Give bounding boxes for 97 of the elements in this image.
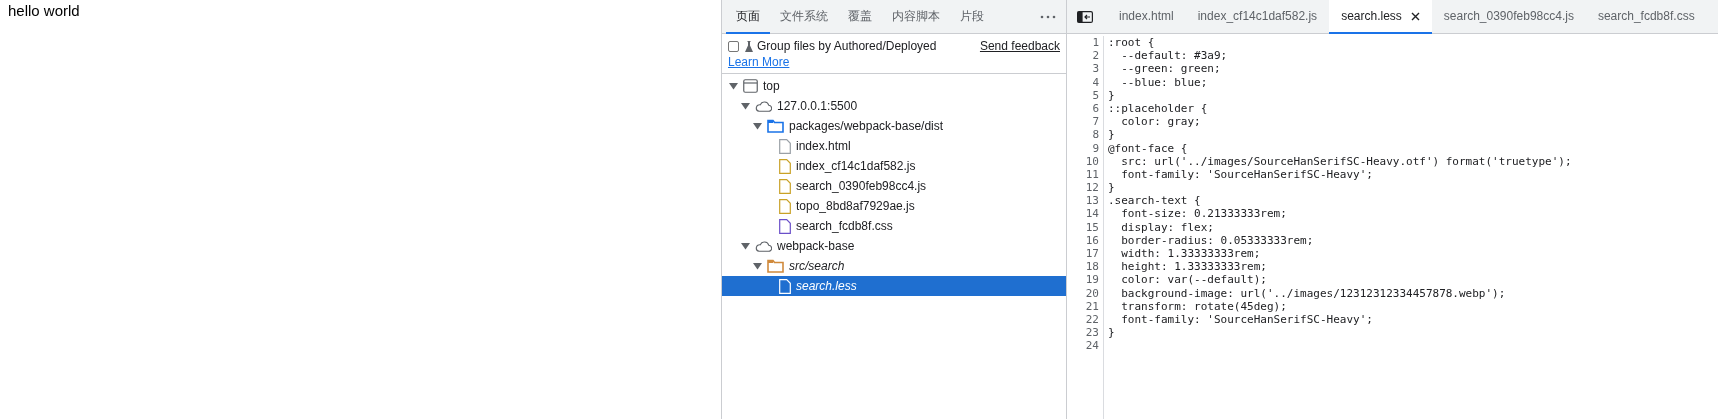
code-line: height: 1.33333333rem; [1120,260,1267,274]
triangle-icon[interactable] [752,262,762,270]
code-line: background-image: url('../images/12312312334457878.webp'); [1120,286,1506,300]
tree-item[interactable]: packages/webpack-base/dist [722,116,1066,136]
tree-label: topo_8bd8af7929ae.js [796,199,915,213]
line-number: 2 [1067,49,1104,63]
checkbox-label: Group files by Authored/Deployed [757,39,937,53]
tree-item[interactable]: search.less [722,276,1066,296]
line-number: 16 [1067,233,1104,247]
tree-label: index.html [796,139,851,153]
code-line: @font-face { [1107,141,1188,155]
line-number: 14 [1067,207,1104,221]
frame-icon [743,79,758,93]
tree-label: search.less [796,279,857,293]
line-number: 7 [1067,115,1104,129]
tree-label: top [763,79,780,93]
navigator-tab[interactable]: 内容脚本 [882,0,950,34]
code-line: color: var(--default); [1120,273,1267,287]
tree-label: webpack-base [777,239,855,253]
file-tab[interactable]: search.less [1329,0,1432,34]
triangle-icon[interactable] [740,102,750,110]
tree-label: packages/webpack-base/dist [789,119,944,133]
learn-more-link[interactable]: Learn More [728,55,790,69]
code-line: border-radius: 0.05333333rem; [1120,233,1314,247]
code-line: font-family: 'SourceHanSerifSC-Heavy'; [1120,167,1373,182]
checkbox[interactable] [728,40,739,52]
tree-item[interactable]: topo_8bd8af7929ae.js [722,196,1066,216]
file-tab[interactable]: search_0390feb98cc4.js [1431,0,1586,34]
line-number: 15 [1067,220,1104,234]
code-line: transform: rotate(45deg); [1120,299,1287,313]
code-line: display: flex; [1120,220,1214,234]
line-number: 19 [1067,273,1104,287]
tree-item[interactable]: index.html [722,136,1066,156]
code-line: :root { [1107,36,1155,50]
line-number: 8 [1067,128,1104,142]
code-line: --blue: blue; [1120,75,1208,89]
line-number: 4 [1067,75,1104,89]
tree-item[interactable]: top [722,76,1066,96]
triangle-icon[interactable] [740,242,750,250]
line-number: 5 [1067,88,1104,102]
line-number: 17 [1067,247,1104,261]
line-number: 22 [1067,312,1104,327]
tree-label: index_cf14c1daf582.js [796,159,916,173]
triangle-icon[interactable] [752,122,762,130]
code-line: } [1107,326,1115,340]
tree-item[interactable]: search_0390feb98cc4.js [722,176,1066,196]
line-number: 13 [1067,194,1104,208]
line-number: 1 [1067,36,1104,50]
navigator-tab[interactable]: 页面 [726,0,770,34]
tree-item[interactable]: index_cf14c1daf582.js [722,156,1066,176]
file-tab[interactable]: index_cf14c1daf582.js [1185,0,1330,34]
file-tab[interactable]: index.html [1107,0,1186,34]
triangle-icon[interactable] [728,82,738,90]
more-icon[interactable] [1040,14,1056,19]
tree-item[interactable]: 127.0.0.1:5500 [722,96,1066,116]
code-line: width: 1.33333333rem; [1120,247,1261,261]
code-line: } [1107,128,1115,142]
code-line: } [1107,88,1115,102]
cloud-icon [755,100,772,112]
line-number: 9 [1067,141,1104,155]
tree-item[interactable]: webpack-base [722,236,1066,256]
code-line: src: url('../images/SourceHanSerifSC-Heavy.otf') format('truetype'); [1120,154,1572,168]
feedback-link[interactable]: Send feedback [979,39,1060,53]
cloud-icon [755,240,772,252]
line-number: 3 [1067,62,1104,76]
page-text: hello world [8,2,80,19]
line-number: 21 [1067,299,1104,313]
line-number: 10 [1067,154,1104,168]
close-icon[interactable] [1410,11,1420,21]
code-line: font-size: 0.21333333rem; [1120,207,1287,221]
line-number: 12 [1067,181,1104,195]
tree-item[interactable]: search_fcdb8f.css [722,216,1066,236]
file-tab[interactable]: search_fcdb8f.css [1585,0,1707,34]
tree-label: 127.0.0.1:5500 [777,99,858,113]
file-icon [779,278,791,294]
tree-label: search_fcdb8f.css [796,219,893,233]
tree-item[interactable]: src/search [722,256,1066,276]
flask-icon [745,40,753,52]
navigator-tab[interactable]: 文件系统 [770,0,838,34]
code-line: font-family: 'SourceHanSerifSC-Heavy'; [1120,312,1373,327]
line-number: 20 [1067,286,1104,300]
code-line: } [1107,181,1115,195]
line-number: 6 [1067,101,1104,116]
navigator-tab[interactable]: 片段 [950,0,994,34]
code-line: --green: green; [1120,62,1221,76]
code-line: .search-text { [1107,194,1201,208]
code-line: --default: #3a9; [1120,49,1228,63]
line-number: 18 [1067,260,1104,274]
navigator-tab[interactable]: 覆盖 [838,0,882,34]
tree-label: src/search [789,259,845,273]
code-line: color: gray; [1120,115,1201,129]
code-line: ::placeholder { [1107,101,1208,116]
line-number: 23 [1067,326,1104,340]
tree-label: search_0390feb98cc4.js [796,179,927,193]
line-number: 24 [1067,339,1104,353]
line-number: 11 [1067,167,1104,182]
sidebar-toggle-icon[interactable] [1077,10,1093,23]
